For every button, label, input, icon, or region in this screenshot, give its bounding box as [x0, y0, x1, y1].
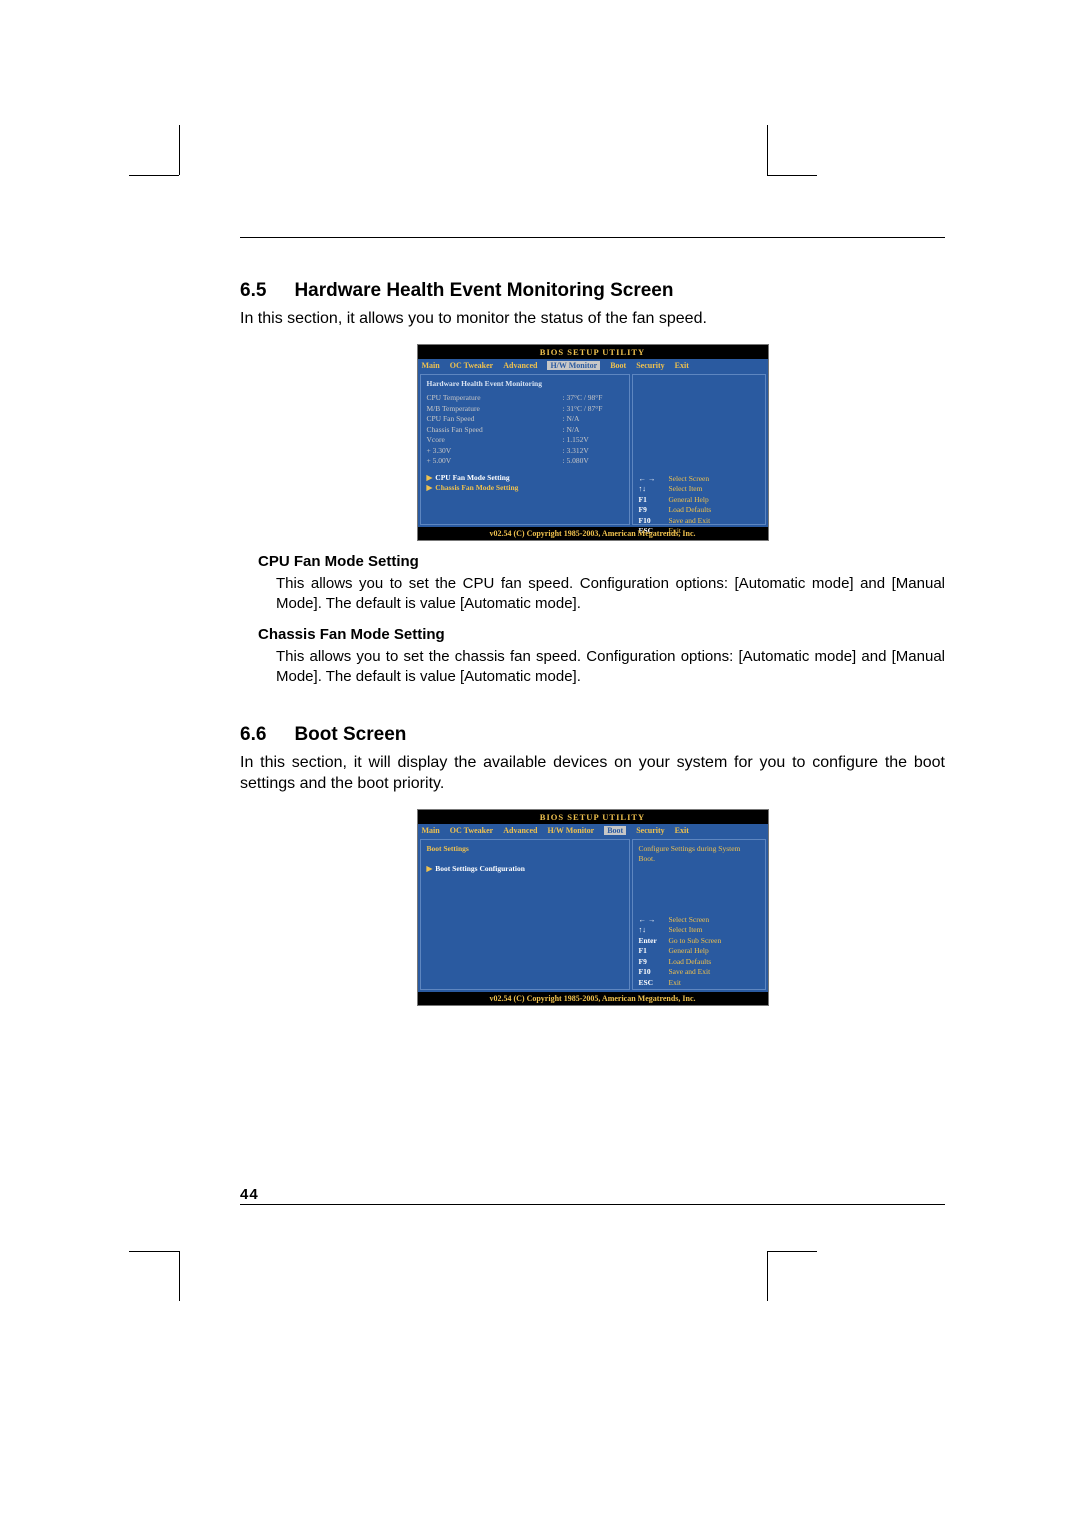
bios-help-line: F9Load Defaults — [639, 505, 759, 516]
bios-tab: OC Tweaker — [450, 826, 493, 835]
subtext-cpu-fan: This allows you to set the CPU fan speed… — [276, 574, 945, 615]
bios-tab: Exit — [675, 361, 689, 370]
bios-help-line: ↑↓Select Item — [639, 484, 759, 495]
bios-tabs: Main OC Tweaker Advanced H/W Monitor Boot Sec… — [418, 824, 768, 837]
cropmark — [179, 125, 180, 175]
bios-reading-row: + 5.00V: 5.080V — [427, 456, 623, 467]
bios-title: BIOS SETUP UTILITY — [418, 345, 768, 359]
bios-tab: OC Tweaker — [450, 361, 493, 370]
bios-help-pane: Configure Settings during System Boot. ←… — [632, 839, 766, 990]
bios-readings: CPU Temperature: 37°C / 98°FM/B Temperat… — [427, 393, 623, 467]
rule-bottom — [240, 1204, 945, 1205]
bios-help-line: F1General Help — [639, 495, 759, 506]
bios-reading-row: CPU Fan Speed: N/A — [427, 414, 623, 425]
rule-top — [240, 237, 945, 238]
bios-body: Boot Settings ▶Boot Settings Configurati… — [418, 837, 768, 992]
bios-reading-row: CPU Temperature: 37°C / 98°F — [427, 393, 623, 404]
bios-menu-item: ▶CPU Fan Mode Setting — [427, 473, 623, 484]
bios-screenshot-hw-monitor: BIOS SETUP UTILITY Main OC Tweaker Advance… — [417, 344, 769, 541]
bios-reading-row: + 3.30V: 3.312V — [427, 446, 623, 457]
bios-help-line: F1General Help — [639, 946, 759, 957]
cropmark — [129, 175, 179, 176]
bios-tab: H/W Monitor — [547, 361, 600, 370]
section-number: 6.6 — [240, 724, 290, 746]
bios-tab: Security — [636, 361, 664, 370]
section-intro: In this section, it allows you to monito… — [240, 308, 945, 330]
bios-help-line: ← →Select Screen — [639, 474, 759, 485]
section-6-6: 6.6 Boot Screen In this section, it will… — [240, 724, 945, 1006]
bios-help-line: EnterGo to Sub Screen — [639, 936, 759, 947]
bios-reading-row: M/B Temperature: 31°C / 87°F — [427, 404, 623, 415]
bios-tab: Boot — [610, 361, 626, 370]
bios-menu-item: ▶Boot Settings Configuration — [427, 864, 623, 875]
cropmark — [767, 1251, 768, 1301]
bios-help-line: ESCExit — [639, 978, 759, 989]
subheading-cpu-fan: CPU Fan Mode Setting — [258, 553, 945, 570]
subtext-chassis-fan: This allows you to set the chassis fan s… — [276, 647, 945, 688]
bios-reading-row: Vcore: 1.152V — [427, 435, 623, 446]
bios-footer: v02.54 (C) Copyright 1985-2005, American… — [418, 992, 768, 1005]
bios-left-pane: Boot Settings ▶Boot Settings Configurati… — [420, 839, 630, 990]
bios-help-line: ↑↓Select Item — [639, 925, 759, 936]
bios-pane-title: Boot Settings — [427, 844, 623, 855]
cropmark — [767, 1251, 817, 1252]
bios-title: BIOS SETUP UTILITY — [418, 810, 768, 824]
cropmark — [129, 1251, 179, 1252]
bios-tab: H/W Monitor — [547, 826, 594, 835]
bios-tab: Main — [422, 361, 440, 370]
bios-reading-row: Chassis Fan Speed: N/A — [427, 425, 623, 436]
bios-tab: Advanced — [503, 826, 537, 835]
content: 6.5 Hardware Health Event Monitoring Scr… — [240, 280, 945, 1006]
bios-tab: Advanced — [503, 361, 537, 370]
cropmark — [179, 1251, 180, 1301]
bios-tab: Boot — [604, 826, 626, 835]
page-number: 44 — [240, 1186, 259, 1203]
cropmark — [767, 125, 768, 175]
section-number: 6.5 — [240, 280, 290, 302]
subheading-chassis-fan: Chassis Fan Mode Setting — [258, 626, 945, 643]
bios-tab: Main — [422, 826, 440, 835]
bios-help-line: F9Load Defaults — [639, 957, 759, 968]
bios-screenshot-boot: BIOS SETUP UTILITY Main OC Tweaker Advance… — [417, 809, 769, 1006]
section-6-5: 6.5 Hardware Health Event Monitoring Scr… — [240, 280, 945, 688]
section-title: Boot Screen — [294, 724, 406, 746]
bios-menu-item: ▶Chassis Fan Mode Setting — [427, 483, 623, 494]
bios-tab: Security — [636, 826, 664, 835]
bios-help-desc: Configure Settings during System Boot. — [639, 844, 759, 865]
bios-tab: Exit — [675, 826, 689, 835]
bios-tabs: Main OC Tweaker Advanced H/W Monitor Boot Sec… — [418, 359, 768, 372]
bios-help-line: F10Save and Exit — [639, 516, 759, 527]
bios-help-line: F10Save and Exit — [639, 967, 759, 978]
bios-help-line: ← →Select Screen — [639, 915, 759, 926]
bios-pane-title: Hardware Health Event Monitoring — [427, 379, 623, 390]
bios-help-pane: ← →Select Screen↑↓Select ItemF1General H… — [632, 374, 766, 525]
cropmark — [767, 175, 817, 176]
section-title: Hardware Health Event Monitoring Screen — [294, 280, 673, 302]
bios-left-pane: Hardware Health Event Monitoring CPU Tem… — [420, 374, 630, 525]
page: 6.5 Hardware Health Event Monitoring Scr… — [0, 0, 1080, 1528]
section-intro: In this section, it will display the ava… — [240, 752, 945, 795]
bios-body: Hardware Health Event Monitoring CPU Tem… — [418, 372, 768, 527]
